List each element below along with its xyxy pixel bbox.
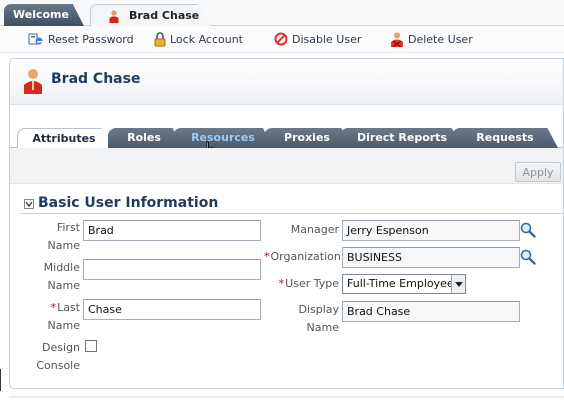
manager-search-icon[interactable]: [519, 221, 537, 239]
user-type-label: *User Type: [264, 275, 339, 293]
toolbar: Reset Password Lock Account Disable User…: [0, 26, 564, 53]
first-name-label-line2: Name: [47, 239, 80, 252]
manager-label: Manager: [290, 223, 339, 236]
tab-attributes-label: Attributes: [32, 132, 96, 145]
delete-user-label: Delete User: [408, 33, 473, 46]
middle-name-label: Middle Name: [36, 259, 80, 295]
disable-icon: [274, 32, 288, 50]
required-marker: *: [264, 250, 270, 263]
organization-field[interactable]: BUSINESS: [342, 247, 520, 268]
tab-direct-reports-label: Direct Reports: [357, 131, 447, 144]
tab-welcome-label: Welcome: [13, 8, 69, 21]
window-tab-bar: Welcome Brad Chase: [0, 0, 564, 26]
display-name-field[interactable]: Brad Chase: [342, 301, 520, 322]
last-name-label: *Last Name: [36, 299, 80, 335]
section-title: Basic User Information: [38, 195, 219, 211]
chevron-down-icon[interactable]: [451, 275, 465, 293]
required-marker: *: [278, 277, 285, 290]
reset-password-button[interactable]: Reset Password: [28, 32, 134, 48]
middle-name-label-line2: Name: [47, 279, 80, 292]
last-name-label-text: Last: [57, 301, 80, 314]
tab-attributes[interactable]: Attributes: [17, 128, 111, 149]
middle-name-field[interactable]: [83, 259, 261, 280]
display-name-label: Display Name: [298, 303, 339, 334]
tab-strip: Attributes Roles Resources Proxies Direc…: [10, 124, 563, 149]
tab-resources[interactable]: Resources: [173, 128, 273, 148]
design-console-checkbox[interactable]: [85, 340, 97, 352]
organization-search-icon[interactable]: [519, 248, 537, 266]
middle-name-label-line1: Middle: [43, 261, 80, 274]
page-title: Brad Chase: [51, 71, 141, 87]
tab-welcome[interactable]: Welcome: [4, 4, 84, 26]
manager-field[interactable]: Jerry Espenson: [342, 220, 520, 241]
action-bar: Apply: [10, 148, 563, 184]
tab-requests[interactable]: Requests: [452, 128, 558, 148]
last-name-field[interactable]: Chase: [83, 299, 261, 320]
panel-shadow: [9, 396, 564, 398]
user-header: Brad Chase: [10, 59, 563, 105]
reset-password-icon: [28, 32, 44, 51]
first-name-field[interactable]: Brad: [83, 220, 261, 241]
first-name-label-line1: First: [56, 221, 80, 234]
reset-password-label: Reset Password: [48, 33, 134, 46]
collapse-toggle[interactable]: [24, 199, 34, 209]
tab-roles[interactable]: Roles: [108, 128, 180, 148]
organization-label: *Organization: [264, 248, 341, 266]
required-marker: *: [50, 301, 57, 314]
lock-account-button[interactable]: Lock Account: [154, 32, 243, 48]
disable-user-label: Disable User: [292, 33, 362, 46]
first-name-label: First Name: [36, 219, 80, 255]
section-divider: [20, 213, 564, 214]
tab-roles-label: Roles: [127, 131, 161, 144]
last-name-label-line2: Name: [47, 319, 80, 332]
last-name-label-line1: *Last: [36, 299, 80, 317]
tab-proxies-label: Proxies: [284, 131, 330, 144]
user-detail-panel: Brad Chase Attributes Roles Resources Pr…: [9, 58, 564, 389]
tab-proxies[interactable]: Proxies: [264, 128, 350, 148]
delete-user-icon: [390, 32, 404, 51]
lock-icon: [154, 32, 166, 51]
design-console-label-line1: Design: [42, 341, 80, 354]
tab-requests-label: Requests: [476, 131, 534, 144]
apply-button[interactable]: Apply: [515, 162, 561, 182]
user-avatar-icon: [23, 68, 43, 97]
user-type-select[interactable]: Full-Time Employee: [342, 274, 466, 294]
disable-user-button[interactable]: Disable User: [274, 32, 361, 48]
tab-brad-chase[interactable]: Brad Chase: [90, 4, 212, 26]
design-console-label: Design Console: [36, 339, 80, 375]
window-edge: [0, 369, 3, 391]
design-console-label-line2: Console: [36, 359, 80, 372]
lock-account-label: Lock Account: [170, 33, 243, 46]
organization-label-text: Organization: [270, 250, 341, 263]
user-type-value: Full-Time Employee: [347, 277, 454, 290]
delete-user-button[interactable]: Delete User: [390, 32, 473, 48]
tab-resources-label: Resources: [191, 131, 255, 144]
tab-brad-chase-label: Brad Chase: [129, 9, 200, 22]
user-type-label-text: User Type: [285, 277, 339, 290]
tab-direct-reports[interactable]: Direct Reports: [340, 128, 464, 148]
